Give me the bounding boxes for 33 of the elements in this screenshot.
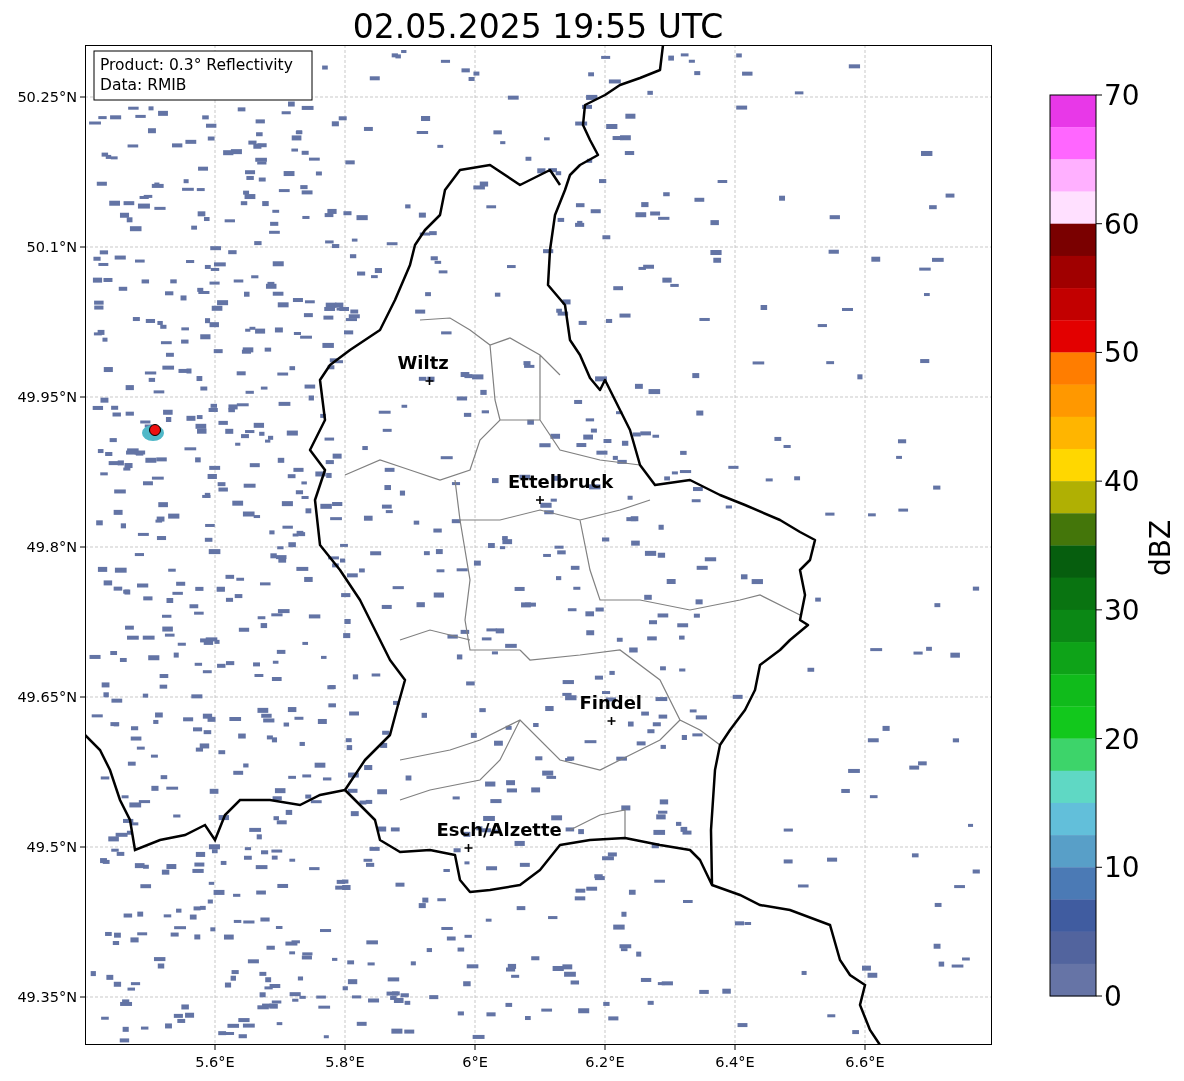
colorbar-tick-label: 40 xyxy=(1104,465,1140,499)
colorbar-tick-label: 60 xyxy=(1104,207,1140,241)
city-label: Esch/Alzette xyxy=(436,819,562,840)
colorbar-tick-label: 70 xyxy=(1104,79,1140,112)
legend-text: Data: RMIB xyxy=(100,76,187,94)
axis-tick-label: 49.8°N xyxy=(26,539,77,555)
city-label: Wiltz xyxy=(397,352,449,373)
city-marker-icon xyxy=(535,495,545,505)
city-label: Ettelbruck xyxy=(508,471,614,492)
axis-tick-label: 50.25°N xyxy=(17,89,77,105)
city-marker-icon xyxy=(606,716,617,726)
axis-tick-label: 5.8°E xyxy=(325,1054,365,1070)
colorbar-label: dBZ xyxy=(1144,519,1177,577)
colorbar-tick-label: 10 xyxy=(1104,851,1140,885)
axis-tick-label: 49.95°N xyxy=(17,389,77,405)
colorbar-tick-label: 50 xyxy=(1104,336,1140,370)
axis-tick-label: 6.4°E xyxy=(715,1054,755,1070)
colorbar-tick-label: 0 xyxy=(1104,980,1122,1013)
axis-tick-label: 6°E xyxy=(462,1054,488,1070)
axis-tick-label: 49.5°N xyxy=(26,839,77,855)
legend-text: Product: 0.3° Reflectivity xyxy=(100,56,293,74)
axis-tick-label: 5.6°E xyxy=(195,1054,235,1070)
axis-tick-label: 6.2°E xyxy=(585,1054,625,1070)
axis-tick-label: 6.6°E xyxy=(845,1054,885,1070)
city-label: Findel xyxy=(579,692,643,713)
axis-tick-label: 49.65°N xyxy=(17,689,77,705)
colorbar-tick-label: 30 xyxy=(1104,593,1140,627)
city-marker-icon xyxy=(463,843,474,853)
axis-tick-label: 50.1°N xyxy=(26,239,77,255)
city-marker-icon xyxy=(424,376,435,386)
axis-tick-label: 49.35°N xyxy=(17,989,77,1005)
colorbar-tick-label: 20 xyxy=(1104,722,1140,756)
chart-title: 02.05.2025 19:55 UTC xyxy=(352,7,724,46)
